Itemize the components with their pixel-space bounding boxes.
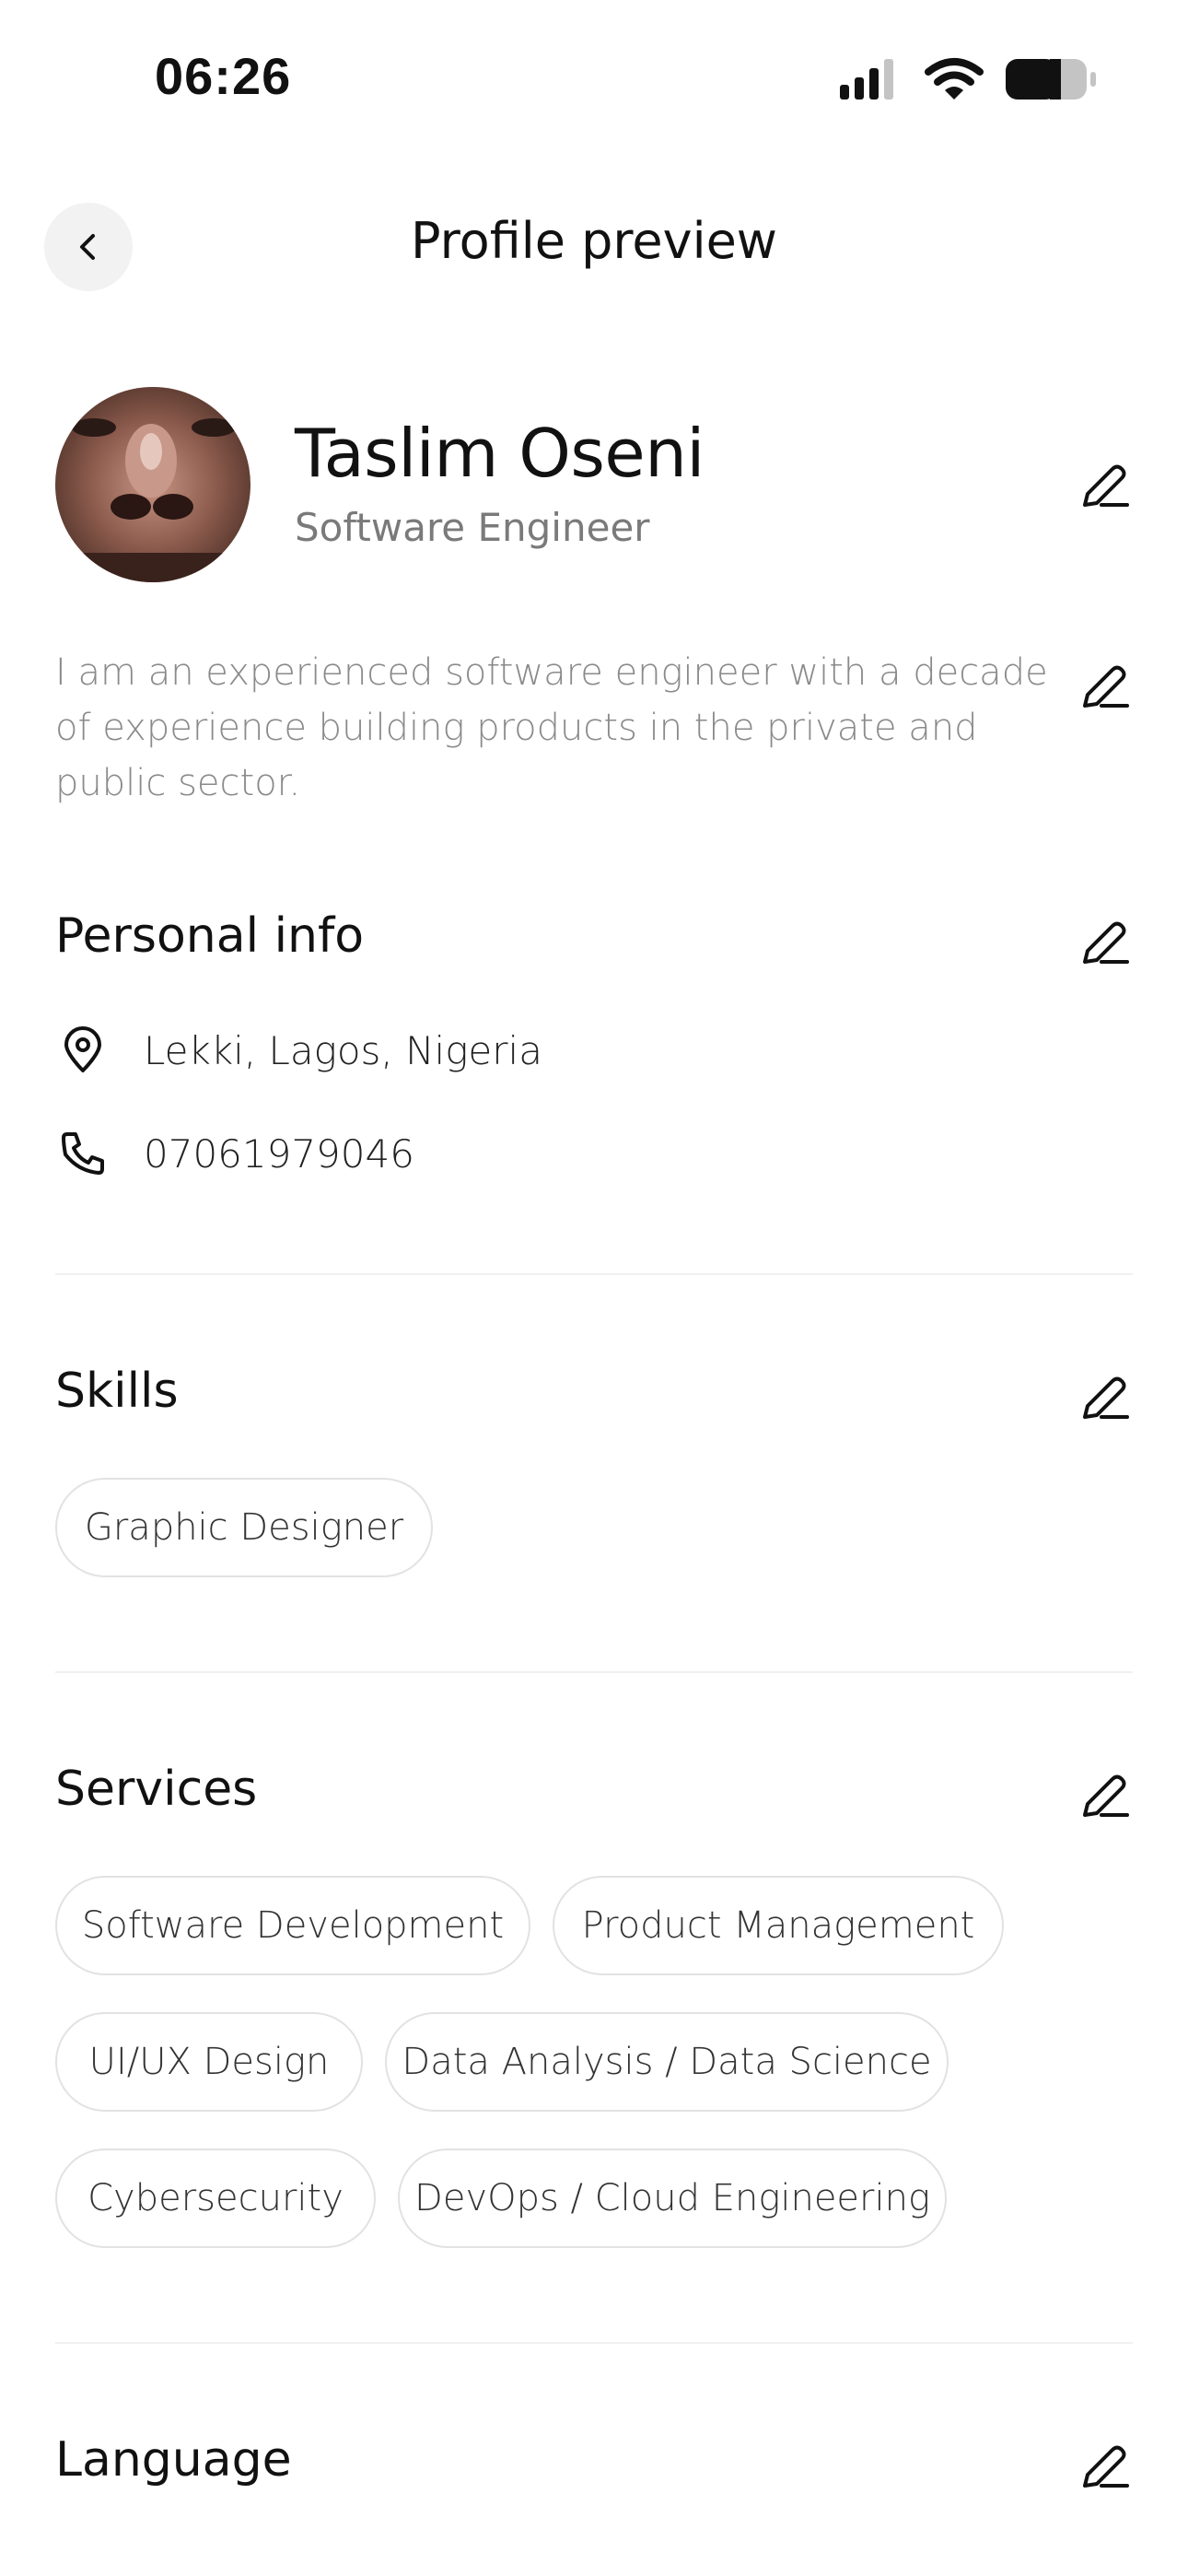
service-chip[interactable]: Product Management (553, 1876, 1004, 1975)
edit-personal-info-button[interactable] (1079, 916, 1131, 967)
edit-bio-button[interactable] (1079, 660, 1131, 711)
edit-profile-button[interactable] (1079, 459, 1131, 510)
edit-services-button[interactable] (1079, 1769, 1131, 1821)
service-chip[interactable]: DevOps / Cloud Engineering (398, 2149, 947, 2248)
divider (55, 2342, 1133, 2344)
phone-text: 07061979046 (144, 1130, 414, 1177)
service-chip[interactable]: UI/UX Design (55, 2012, 363, 2112)
page-title: Profile preview (411, 212, 777, 270)
divider (55, 1273, 1133, 1275)
profile-name: Taslim Oseni (295, 415, 705, 492)
map-pin-icon (55, 1023, 111, 1078)
cellular-signal-icon (840, 59, 893, 100)
skills-title: Skills (55, 1364, 179, 1419)
phone-icon (55, 1126, 111, 1181)
status-icons (840, 58, 1096, 100)
pencil-icon (1083, 464, 1129, 507)
skill-chip[interactable]: Graphic Designer (55, 1478, 433, 1577)
divider (55, 1671, 1133, 1673)
avatar (55, 387, 250, 582)
pencil-icon (1083, 921, 1129, 964)
pencil-icon (1083, 665, 1129, 708)
edit-language-button[interactable] (1079, 2440, 1131, 2491)
phone-row: 07061979046 (55, 1126, 414, 1181)
location-row: Lekki, Lagos, Nigeria (55, 1023, 542, 1078)
status-time: 06:26 (155, 47, 292, 105)
service-chip[interactable]: Data Analysis / Data Science (385, 2012, 949, 2112)
wifi-icon (925, 58, 984, 100)
personal-info-title: Personal info (55, 908, 365, 964)
pencil-icon (1083, 2445, 1129, 2488)
language-title: Language (55, 2432, 292, 2488)
battery-icon (1006, 59, 1096, 100)
profile-bio: I am an experienced software engineer wi… (55, 651, 1048, 804)
location-text: Lekki, Lagos, Nigeria (144, 1027, 542, 1073)
service-chip[interactable]: Cybersecurity (55, 2149, 376, 2248)
edit-skills-button[interactable] (1079, 1371, 1131, 1423)
pencil-icon (1083, 1774, 1129, 1817)
pencil-icon (1083, 1376, 1129, 1419)
service-chip[interactable]: Software Development (55, 1876, 530, 1975)
profile-job-title: Software Engineer (295, 505, 650, 550)
services-title: Services (55, 1762, 258, 1817)
